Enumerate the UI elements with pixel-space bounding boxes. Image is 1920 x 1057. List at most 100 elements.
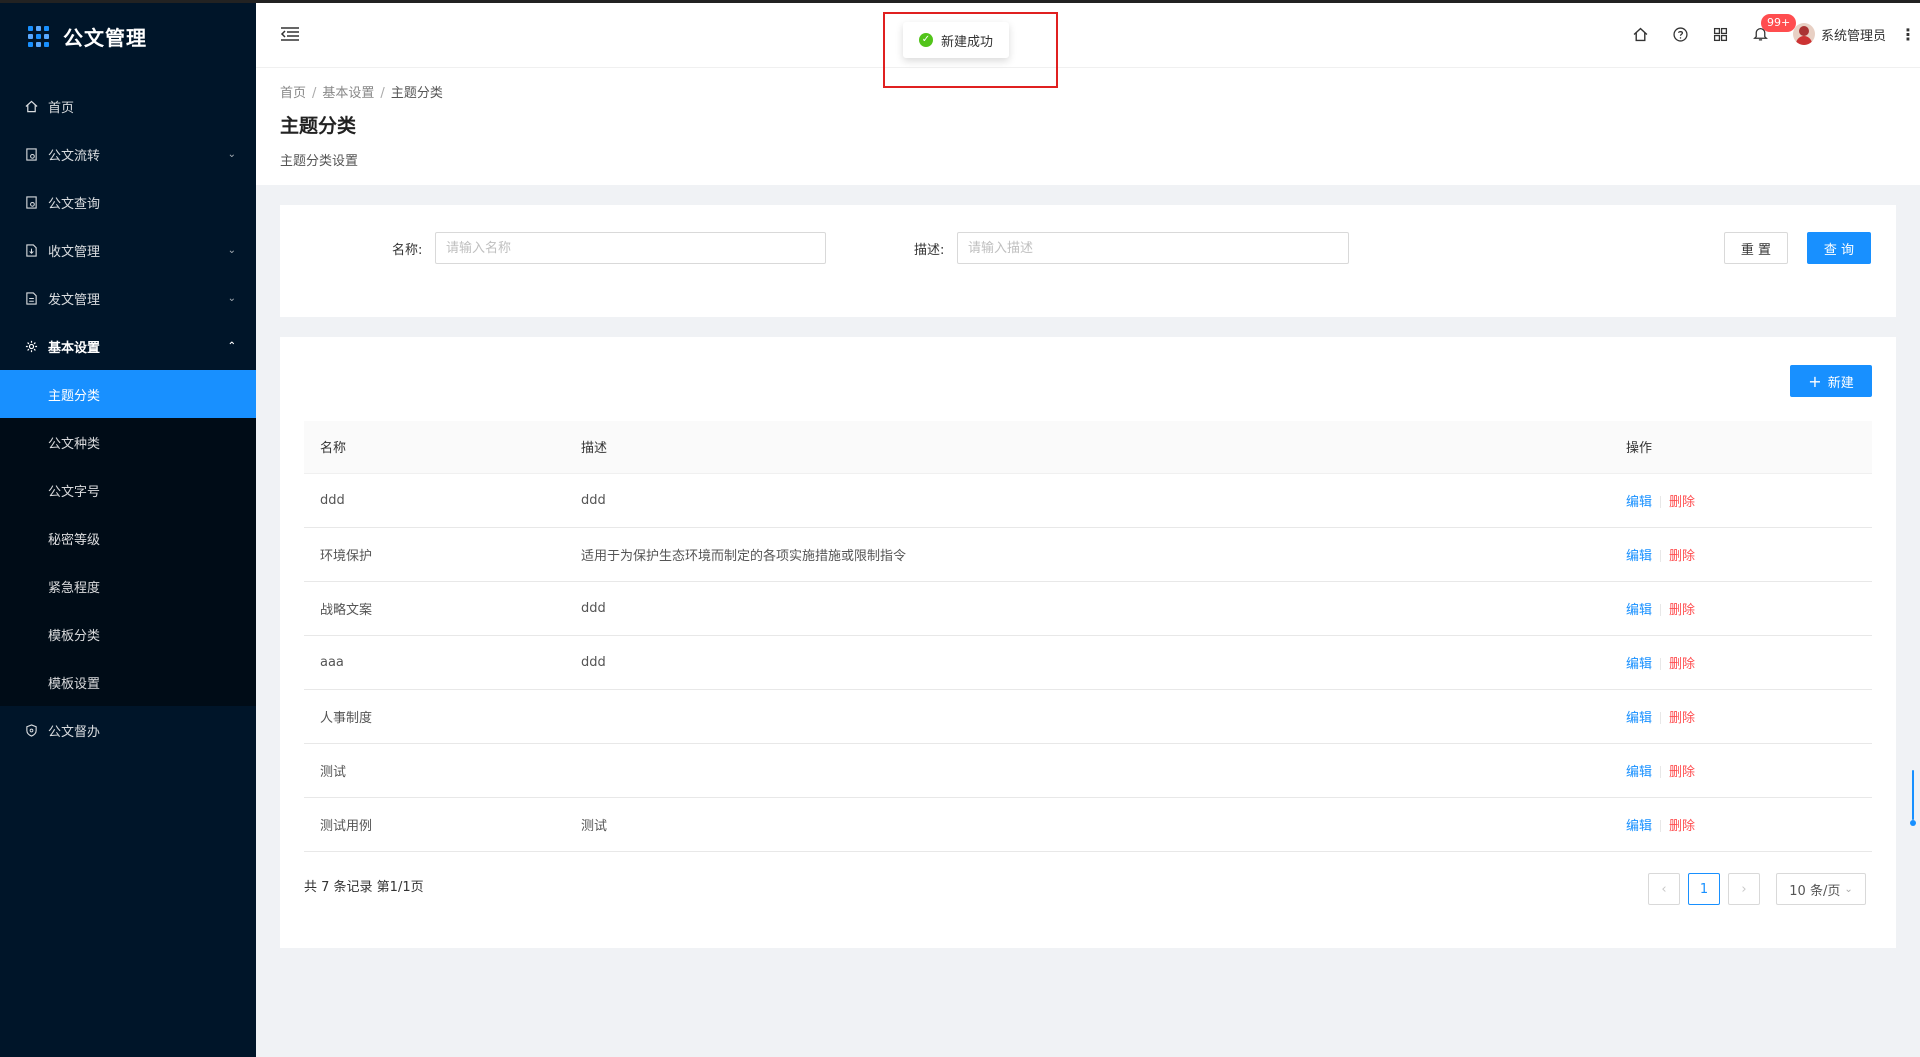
submenu-item-secret-level[interactable]: 秘密等级: [0, 514, 256, 562]
divider: [1660, 550, 1662, 562]
edit-link[interactable]: 编辑: [1626, 603, 1652, 618]
cell-description: ddd: [565, 473, 1610, 528]
notification-bell-icon[interactable]: 99+: [1741, 0, 1797, 68]
cell-actions: 编辑 删除: [1610, 527, 1872, 582]
check-circle-icon: ✓: [919, 33, 933, 47]
submenu-item-doc-number[interactable]: 公文字号: [0, 466, 256, 514]
more-vertical-icon[interactable]: ⋮: [1896, 25, 1920, 44]
sidebar-item-inbox[interactable]: 收文管理 ⌄: [0, 226, 256, 274]
sidebar-item-supervision[interactable]: 公文督办: [0, 706, 256, 754]
new-button[interactable]: + 新建: [1790, 365, 1872, 397]
divider: [1660, 496, 1662, 508]
page-size-value: 10 条/页: [1789, 883, 1841, 899]
outbox-doc-icon: [24, 291, 38, 305]
submenu-item-template-category[interactable]: 模板分类: [0, 610, 256, 658]
query-button[interactable]: 查 询: [1807, 232, 1871, 264]
cell-name: 环境保护: [304, 527, 565, 582]
sidebar-item-doc-flow[interactable]: 公文流转 ⌄: [0, 130, 256, 178]
app-logo[interactable]: 公文管理: [0, 0, 256, 72]
edit-link[interactable]: 编辑: [1626, 495, 1652, 510]
sidebar-item-label: 基本设置: [48, 340, 101, 356]
cell-name: ddd: [304, 473, 565, 528]
app-title: 公文管理: [63, 25, 147, 50]
cell-description: [565, 743, 1610, 798]
page-title: 主题分类: [280, 115, 357, 137]
table-card: + 新建 名称 描述 操作 ddd ddd 编辑 删除 环境保护 适用于为保护生态…: [280, 337, 1896, 948]
home-icon[interactable]: [1621, 0, 1661, 68]
submenu-item-doc-type[interactable]: 公文种类: [0, 418, 256, 466]
help-icon[interactable]: [1661, 0, 1701, 68]
new-button-label: 新建: [1827, 375, 1854, 391]
cell-actions: 编辑 删除: [1610, 797, 1872, 852]
page-size-select[interactable]: 10 条/页 ⌄: [1776, 873, 1866, 905]
divider: [1660, 766, 1662, 778]
sidebar-item-label: 公文查询: [48, 196, 101, 212]
sidebar-item-outbox[interactable]: 发文管理 ⌄: [0, 274, 256, 322]
toast-message: 新建成功: [941, 34, 994, 50]
submenu-item-urgency[interactable]: 紧急程度: [0, 562, 256, 610]
prev-page-button[interactable]: ‹: [1648, 873, 1680, 905]
chevron-left-icon: ‹: [1661, 881, 1667, 897]
chevron-down-icon: ⌄: [1844, 883, 1853, 895]
apps-grid-icon: [28, 25, 49, 47]
submenu-item-topic-category[interactable]: 主题分类: [0, 370, 256, 418]
home-icon: [24, 99, 38, 113]
delete-link[interactable]: 删除: [1669, 765, 1695, 780]
sidebar: 公文管理 首页 公文流转 ⌄ 公文查询 收文管理 ⌄ 发文管理 ⌄ 基本设置 ⌃…: [0, 0, 256, 1057]
breadcrumb-home[interactable]: 首页: [280, 86, 306, 101]
delete-link[interactable]: 删除: [1669, 549, 1695, 564]
search-form: 名称: 描述: 重 置 查 询: [280, 205, 1896, 317]
menu-fold-icon[interactable]: [280, 26, 300, 42]
edit-link[interactable]: 编辑: [1626, 711, 1652, 726]
table-row: ddd ddd 编辑 删除: [304, 473, 1872, 528]
table-row: aaa ddd 编辑 删除: [304, 635, 1872, 690]
sidebar-item-label: 首页: [48, 100, 75, 116]
doc-flow-icon: [24, 147, 38, 161]
column-header-name: 名称: [304, 421, 565, 474]
plus-icon: +: [1808, 371, 1822, 391]
thermometer-scroll-icon[interactable]: [1910, 770, 1916, 828]
page-number-button[interactable]: 1: [1688, 873, 1720, 905]
table-row: 战略文案 ddd 编辑 删除: [304, 581, 1872, 636]
edit-link[interactable]: 编辑: [1626, 819, 1652, 834]
sidebar-item-home[interactable]: 首页: [0, 82, 256, 130]
breadcrumb-basic-settings[interactable]: 基本设置: [322, 86, 374, 101]
desc-search-input[interactable]: [957, 232, 1349, 264]
success-toast: ✓ 新建成功: [903, 22, 1010, 58]
delete-link[interactable]: 删除: [1669, 819, 1695, 834]
cell-description: 测试: [565, 797, 1610, 852]
apps-icon[interactable]: [1701, 0, 1741, 68]
edit-link[interactable]: 编辑: [1626, 765, 1652, 780]
name-search-input[interactable]: [435, 232, 826, 264]
basic-settings-submenu: 主题分类 公文种类 公文字号 秘密等级 紧急程度 模板分类 模板设置: [0, 370, 256, 706]
table-row: 测试用例 测试 编辑 删除: [304, 797, 1872, 852]
delete-link[interactable]: 删除: [1669, 603, 1695, 618]
chevron-down-icon: ⌄: [227, 292, 236, 304]
submenu-item-template-settings[interactable]: 模板设置: [0, 658, 256, 706]
header-actions: 99+ 系统管理员 ⋮: [1621, 0, 1920, 68]
user-menu[interactable]: 系统管理员: [1792, 23, 1886, 45]
cell-name: aaa: [304, 635, 565, 690]
breadcrumb: 首页 / 基本设置 / 主题分类: [280, 86, 443, 101]
divider: [1660, 820, 1662, 832]
delete-link[interactable]: 删除: [1669, 711, 1695, 726]
edit-link[interactable]: 编辑: [1626, 657, 1652, 672]
sidebar-item-doc-search[interactable]: 公文查询: [0, 178, 256, 226]
reset-button[interactable]: 重 置: [1724, 232, 1788, 264]
column-header-actions: 操作: [1610, 421, 1872, 474]
chevron-down-icon: ⌄: [227, 244, 236, 256]
gear-icon: [24, 339, 38, 353]
window-top-border: [0, 0, 1920, 3]
delete-link[interactable]: 删除: [1669, 657, 1695, 672]
name-field-label: 名称:: [392, 243, 423, 258]
column-header-description: 描述: [565, 421, 1610, 474]
next-page-button[interactable]: ›: [1728, 873, 1760, 905]
cell-name: 测试: [304, 743, 565, 798]
cell-description: ddd: [565, 581, 1610, 636]
sidebar-item-basic-settings[interactable]: 基本设置 ⌃: [0, 322, 256, 370]
cell-actions: 编辑 删除: [1610, 581, 1872, 636]
delete-link[interactable]: 删除: [1669, 495, 1695, 510]
cell-actions: 编辑 删除: [1610, 635, 1872, 690]
table-row: 测试 编辑 删除: [304, 743, 1872, 798]
edit-link[interactable]: 编辑: [1626, 549, 1652, 564]
